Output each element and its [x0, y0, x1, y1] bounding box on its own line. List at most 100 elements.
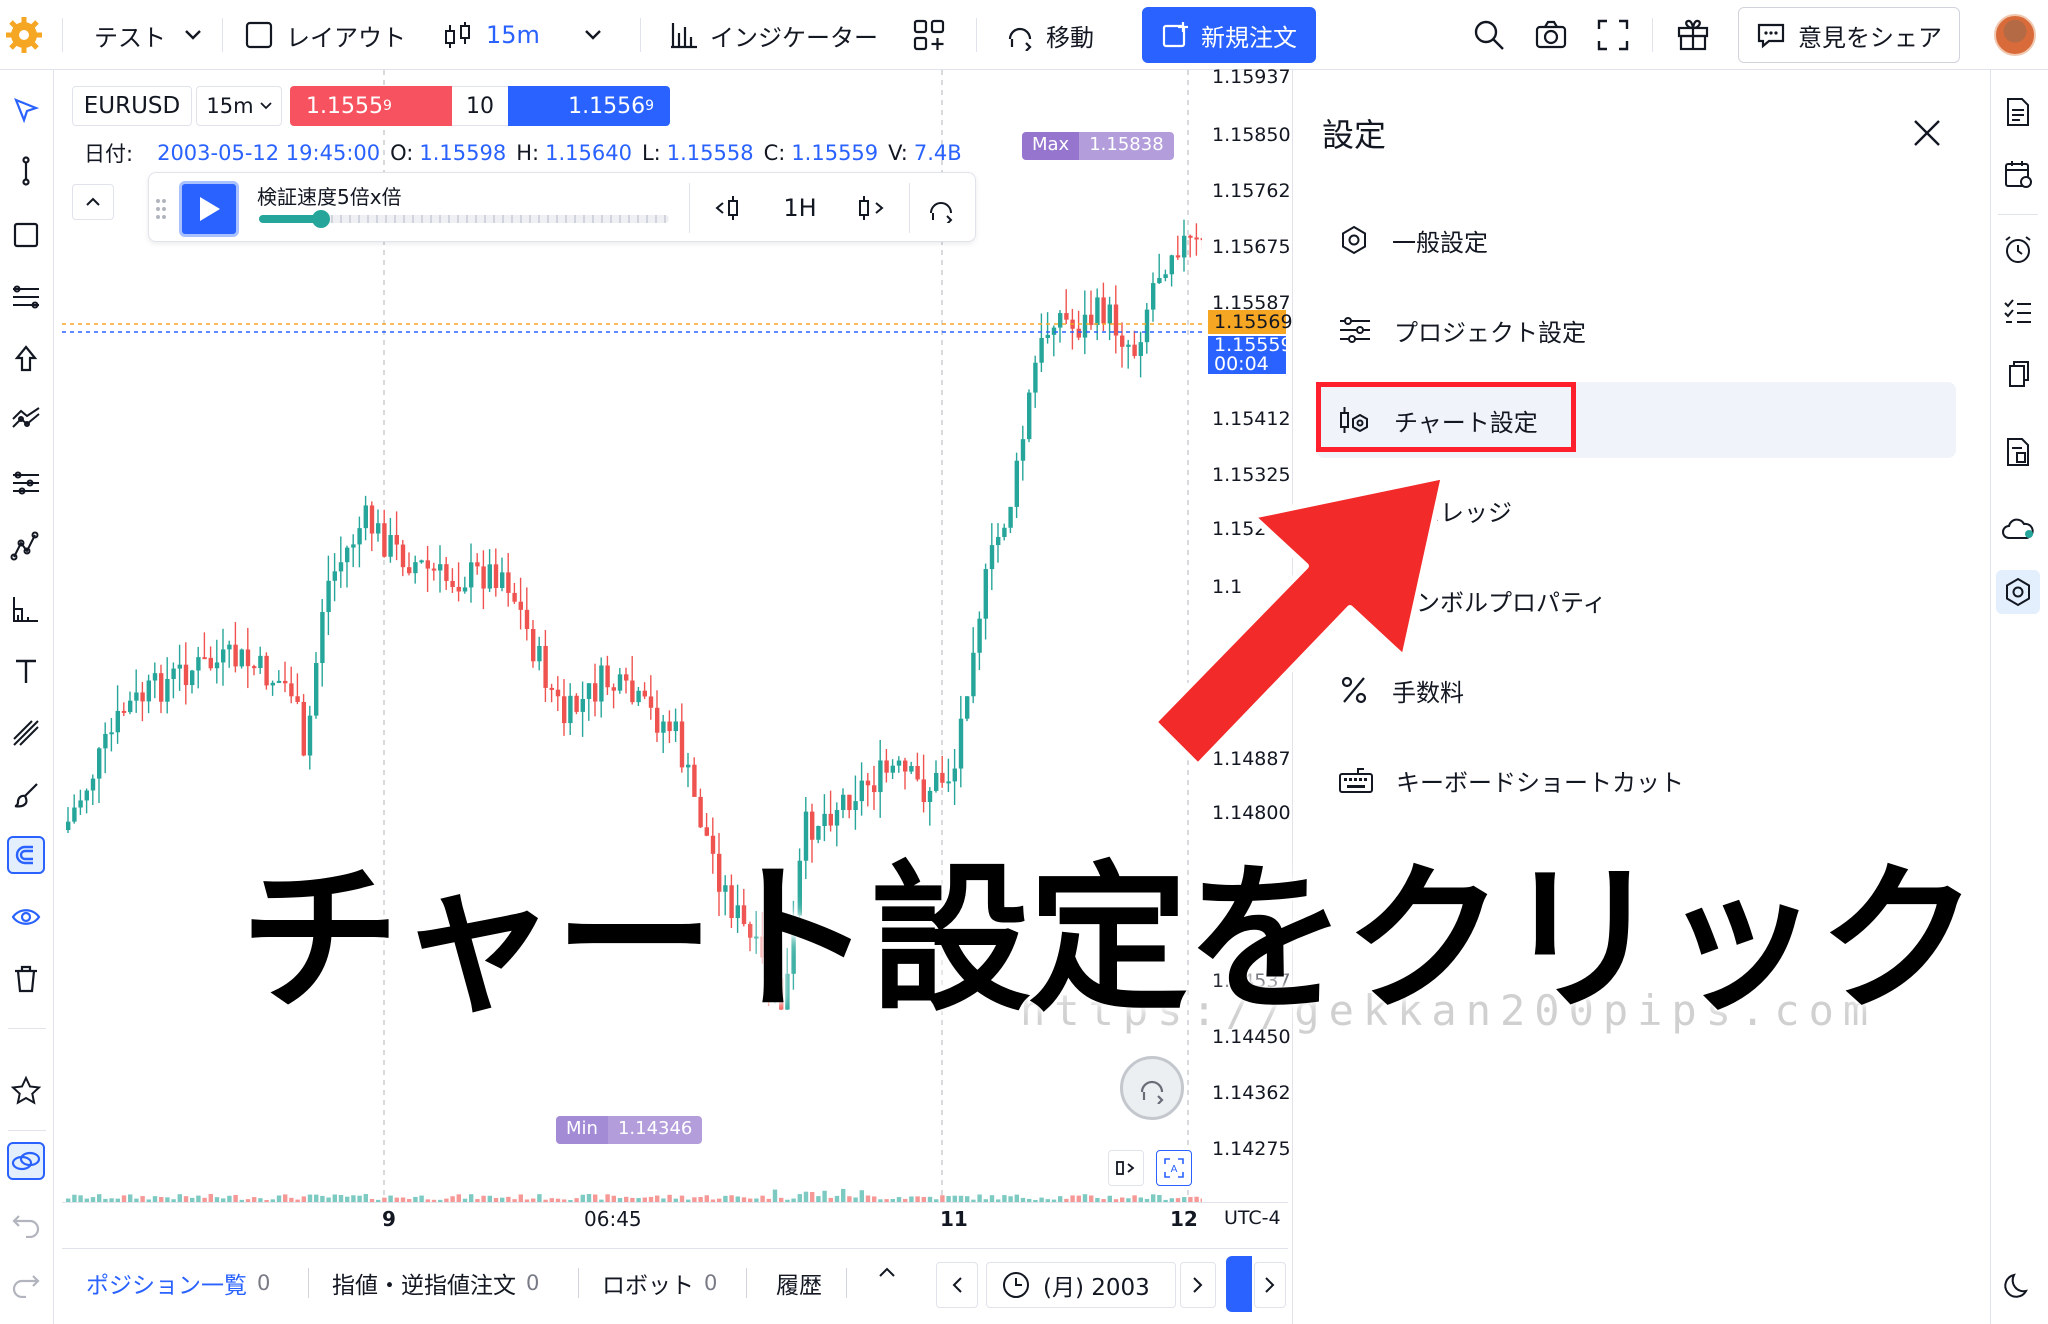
candle-body: [487, 564, 492, 589]
speed-slider-knob[interactable]: [311, 210, 330, 228]
arrow-up-tool-icon[interactable]: [7, 340, 45, 378]
chart-area[interactable]: [62, 70, 1288, 1244]
chart-scale-button[interactable]: [1108, 1150, 1144, 1186]
trash-tool-icon[interactable]: [7, 960, 45, 998]
candle-body: [506, 572, 511, 593]
expand-panel-button[interactable]: [878, 1266, 896, 1278]
fib-tool-icon[interactable]: [7, 278, 45, 316]
candle-body: [276, 680, 282, 683]
alarm-icon[interactable]: [1996, 228, 2040, 272]
screenshot-button[interactable]: [1534, 12, 1568, 58]
close-button[interactable]: [1908, 114, 1946, 152]
candle-body: [915, 766, 920, 780]
calendar-icon[interactable]: [1996, 152, 2040, 196]
candle-body: [1113, 304, 1119, 336]
replay-interval-button[interactable]: 1H: [777, 187, 823, 229]
xabcd-tool-icon[interactable]: [7, 528, 45, 566]
gift-icon: [1677, 19, 1709, 51]
candle-body: [407, 567, 412, 574]
collapse-legend-button[interactable]: [72, 184, 114, 220]
brush-tool-icon[interactable]: [7, 776, 45, 814]
feedback-button[interactable]: 意見をシェア: [1738, 7, 1960, 63]
move-button[interactable]: 移動: [1004, 12, 1094, 58]
indicators-button[interactable]: インジケーター: [668, 12, 878, 58]
jump-to-realtime-button[interactable]: [921, 187, 961, 229]
text-tool-icon[interactable]: [7, 652, 45, 690]
volume-bar: [121, 1195, 127, 1202]
step-back-button[interactable]: [709, 187, 749, 229]
drag-handle-icon[interactable]: [155, 197, 167, 221]
pattern-tool-icon[interactable]: [7, 466, 45, 504]
settings-item-project[interactable]: プロジェクト設定: [1316, 292, 1956, 368]
time-axis[interactable]: [62, 1202, 1288, 1244]
candle-body: [78, 800, 83, 808]
trendline-tool-icon[interactable]: [7, 152, 45, 190]
new-order-button[interactable]: 新規注文: [1142, 7, 1316, 63]
cursor-tool-icon[interactable]: [7, 92, 45, 130]
search-button[interactable]: [1472, 12, 1506, 58]
checklist-icon[interactable]: [1996, 290, 2040, 334]
date-picker[interactable]: (月) 2003: [986, 1262, 1176, 1308]
fullscreen-button[interactable]: [1596, 12, 1630, 58]
timezone-label[interactable]: UTC-4: [1224, 1207, 1281, 1229]
copy-icon[interactable]: [1996, 352, 2040, 396]
forecast-tool-icon[interactable]: [7, 402, 45, 440]
prev-date-button[interactable]: [936, 1262, 978, 1308]
brush-lines-tool-icon[interactable]: [7, 714, 45, 752]
tab-orders[interactable]: 指値・逆指値注文 0: [332, 1266, 539, 1300]
candle-body: [307, 715, 313, 756]
watchlist-icon[interactable]: [1996, 90, 2040, 134]
fullscreen-icon: [1597, 19, 1629, 51]
rectangle-tool-icon[interactable]: [7, 216, 45, 254]
play-button[interactable]: [179, 181, 239, 237]
account-dropdown[interactable]: テスト: [94, 12, 202, 58]
candle-body: [580, 698, 585, 712]
candle-body: [661, 721, 666, 733]
scroll-to-realtime-button[interactable]: [1120, 1056, 1184, 1120]
redo-icon[interactable]: [7, 1264, 45, 1302]
eye-tool-icon[interactable]: [7, 898, 45, 936]
widgets-button[interactable]: [912, 12, 946, 58]
move-label: 移動: [1046, 23, 1094, 52]
step-forward-button[interactable]: [851, 187, 891, 229]
candle-body: [159, 673, 164, 702]
candle-body: [413, 562, 418, 574]
gift-button[interactable]: [1676, 12, 1710, 58]
quantity-field[interactable]: 10: [452, 86, 508, 126]
auto-scale-button[interactable]: A: [1156, 1150, 1192, 1186]
sync-drawings-icon[interactable]: [7, 1142, 45, 1180]
drawing-toolbar: [0, 70, 54, 1324]
interval-selector[interactable]: 15m: [196, 86, 282, 126]
report-icon[interactable]: [1996, 430, 2040, 474]
candle-body: [400, 544, 406, 568]
candle-body: [376, 523, 381, 534]
speed-slider[interactable]: [259, 210, 669, 228]
low-value: 1.15558: [666, 141, 754, 165]
measure-tool-icon[interactable]: [7, 590, 45, 628]
settings-icon[interactable]: [1996, 570, 2040, 614]
high-value: 1.15640: [545, 141, 632, 165]
layout-button[interactable]: レイアウト: [244, 12, 406, 58]
moon-icon[interactable]: [1996, 1264, 2040, 1308]
settings-item-general[interactable]: 一般設定: [1316, 202, 1956, 278]
candlestick-chart[interactable]: [62, 70, 1288, 1244]
undo-icon[interactable]: [7, 1204, 45, 1242]
tab-positions[interactable]: ポジション一覧 0: [86, 1266, 270, 1300]
tab-robot[interactable]: ロボット 0: [602, 1266, 717, 1300]
buy-button[interactable]: 1.1556 9: [508, 86, 670, 126]
scroll-right-button[interactable]: [1254, 1262, 1286, 1308]
candle-body: [624, 674, 629, 681]
cloud-icon[interactable]: [1996, 508, 2040, 552]
star-icon[interactable]: [7, 1072, 45, 1110]
volume-bar: [977, 1194, 982, 1202]
candle-body: [245, 649, 251, 667]
symbol-selector[interactable]: EURUSD: [72, 86, 192, 126]
next-date-button[interactable]: [1180, 1262, 1216, 1308]
go-button[interactable]: [1226, 1256, 1252, 1312]
logo-icon[interactable]: [4, 12, 48, 58]
tab-history[interactable]: 履歴: [776, 1266, 822, 1300]
magnet-tool-icon[interactable]: [7, 836, 45, 874]
timeframe-dropdown[interactable]: 15m: [442, 12, 602, 58]
avatar[interactable]: [1994, 14, 2036, 56]
sell-button[interactable]: 1.1555 9: [290, 86, 452, 126]
